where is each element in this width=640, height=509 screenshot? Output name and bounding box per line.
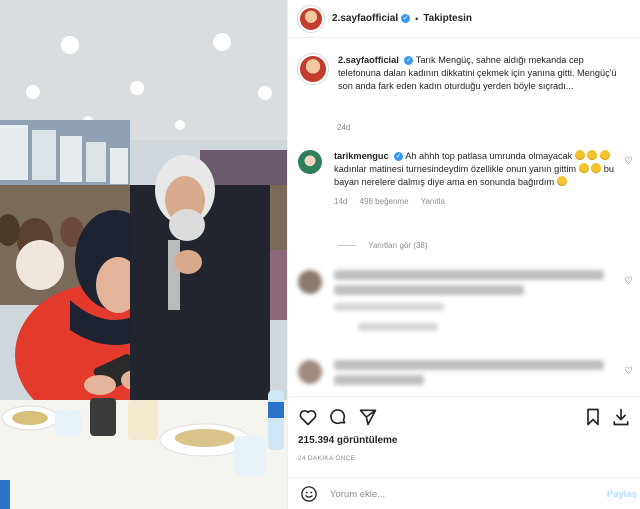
laughing-emoji-icon	[591, 163, 602, 173]
blurred-comment: ♡	[298, 360, 633, 385]
blurred-text	[334, 375, 424, 385]
comment-input[interactable]	[330, 488, 570, 500]
post-comment-button[interactable]: Paylaş	[607, 489, 637, 500]
caption-username[interactable]: 2.sayfaofficial	[338, 55, 399, 65]
blurred-meta	[334, 303, 444, 311]
blurred-replies	[358, 323, 438, 331]
verified-badge-icon: ✓	[401, 14, 411, 23]
share-icon[interactable]	[358, 407, 378, 427]
verified-badge-icon: ✓	[404, 56, 414, 66]
header-username[interactable]: 2.sayfaofficial	[332, 13, 398, 24]
caption-age: 24d	[337, 123, 351, 132]
laughing-emoji-icon	[587, 150, 598, 160]
comment-text-2: kadınlar matinesi turnesindeydim özellik…	[334, 164, 577, 174]
post-time: 24 DAKİKA ÖNCE	[298, 455, 356, 462]
comment-body	[334, 360, 614, 385]
separator: •	[415, 13, 419, 24]
action-icons	[298, 407, 633, 427]
comment-username[interactable]: tarikmenguc	[334, 151, 389, 161]
post-video[interactable]	[0, 0, 287, 509]
post-header: 2.sayfaofficial ✓ • Takiptesin	[288, 0, 640, 38]
avatar[interactable]	[298, 5, 324, 32]
reply-button[interactable]: Yanıtla	[421, 197, 445, 206]
replies-line	[338, 245, 356, 247]
comment-icon[interactable]	[328, 407, 348, 427]
comment-like-heart-icon[interactable]: ♡	[624, 366, 633, 377]
download-icon[interactable]	[611, 407, 631, 427]
comment-avatar[interactable]	[298, 150, 322, 174]
laughing-emoji-icon	[556, 176, 567, 186]
post-detail-panel: 2.sayfaofficial ✓ • Takiptesin 2.sayfaof…	[287, 0, 640, 509]
caption-body: 2.sayfaofficial ✓ Tarık Mengüç, sahne al…	[338, 54, 628, 93]
comment: tarikmenguc ✓ Ah ahhh top patlasa umrund…	[298, 150, 633, 208]
comment-avatar[interactable]	[298, 360, 322, 384]
blurred-text	[334, 360, 604, 370]
heart-icon[interactable]	[298, 407, 318, 427]
blurred-comment: ♡	[298, 270, 633, 331]
view-replies-button[interactable]: Yanıtları gör (38)	[338, 241, 428, 250]
comment-body	[334, 270, 614, 331]
view-count: 215.394 görüntüleme	[298, 435, 398, 446]
laughing-emoji-icon	[599, 150, 610, 160]
comment-body: tarikmenguc ✓ Ah ahhh top patlasa umrund…	[334, 150, 614, 208]
laughing-emoji-icon	[578, 163, 589, 173]
video-frame	[0, 0, 287, 509]
caption-avatar[interactable]	[298, 54, 328, 84]
verified-badge-icon: ✓	[394, 152, 404, 162]
comment-avatar[interactable]	[298, 270, 322, 294]
comment-age: 14d	[334, 197, 348, 206]
comment-like-heart-icon[interactable]: ♡	[624, 156, 633, 167]
view-replies-label: Yanıtları gör (38)	[368, 241, 428, 250]
blurred-text	[334, 285, 524, 295]
caption: 2.sayfaofficial ✓ Tarık Mengüç, sahne al…	[298, 54, 633, 93]
comment-composer: Paylaş	[288, 477, 640, 509]
laughing-emoji-icon	[574, 150, 585, 160]
post-actions: 215.394 görüntüleme 24 DAKİKA ÖNCE Payla…	[288, 396, 640, 509]
blurred-text	[334, 270, 604, 280]
comment-like-heart-icon[interactable]: ♡	[624, 276, 633, 287]
comment-text-1: Ah ahhh top patlasa umrunda olmayacak	[405, 151, 573, 161]
comment-meta: 14d 498 beğenme Yanıtla	[334, 195, 614, 208]
emoji-icon[interactable]	[300, 485, 318, 503]
comment-likes[interactable]: 498 beğenme	[360, 197, 409, 206]
follow-status-button[interactable]: Takiptesin	[423, 13, 472, 24]
bookmark-icon[interactable]	[583, 407, 603, 427]
comments-list[interactable]: 2.sayfaofficial ✓ Tarık Mengüç, sahne al…	[288, 38, 640, 396]
